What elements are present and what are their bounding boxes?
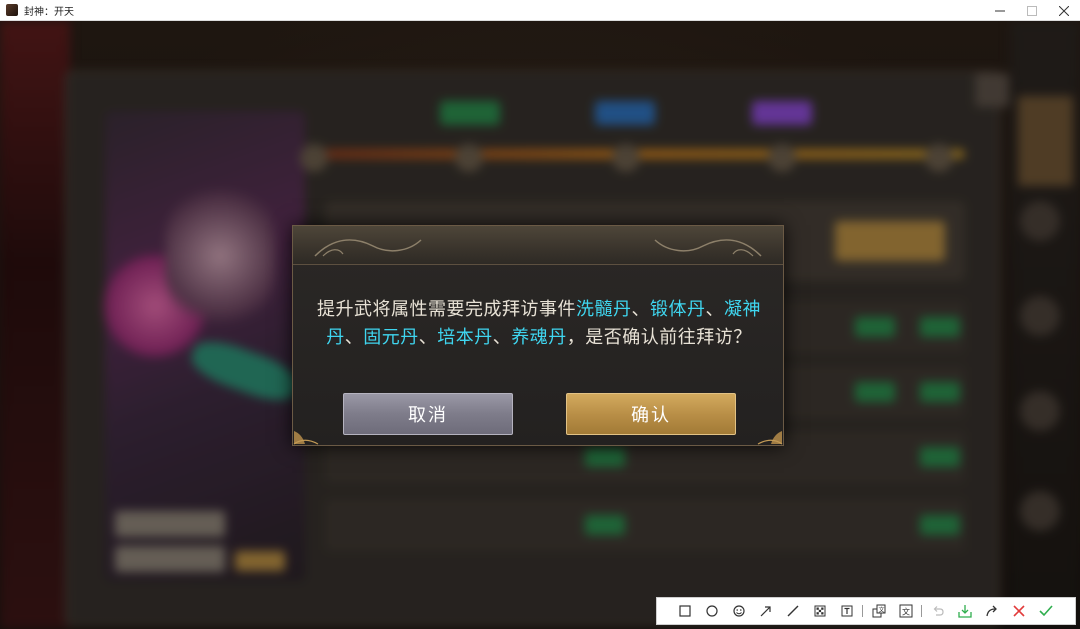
done-icon[interactable] <box>1032 600 1059 622</box>
minimize-button[interactable] <box>984 0 1016 21</box>
highlighted-item: 养魂丹 <box>511 327 567 348</box>
confirm-dialog: 提升武将属性需要完成拜访事件洗髓丹、锻体丹、凝神丹、固元丹、培本丹、养魂丹，是否… <box>292 225 784 446</box>
undo-icon[interactable] <box>924 600 951 622</box>
share-icon[interactable] <box>978 600 1005 622</box>
dialog-header <box>293 226 783 265</box>
save-icon[interactable] <box>951 600 978 622</box>
mosaic-tool-icon[interactable] <box>806 600 833 622</box>
svg-text:文: 文 <box>902 607 910 617</box>
highlighted-item: 培本丹 <box>437 327 493 348</box>
message-text: 、 <box>344 327 364 348</box>
highlighted-item: 固元丹 <box>363 327 419 348</box>
rectangle-tool-icon[interactable] <box>671 600 698 622</box>
ellipse-tool-icon[interactable] <box>698 600 725 622</box>
confirm-button[interactable]: 确认 <box>566 393 736 435</box>
message-text: 、 <box>631 299 650 320</box>
highlighted-item: 锻体丹 <box>650 299 706 320</box>
message-text: ，是否确认前往拜访？ <box>566 327 752 348</box>
close-window-button[interactable] <box>1048 0 1080 21</box>
ornament-right-icon <box>654 239 762 257</box>
corner-ornament-icon <box>293 431 319 445</box>
text-tool-icon[interactable] <box>833 600 860 622</box>
ornament-left-icon <box>314 239 422 257</box>
window-title: 封神：开天 <box>24 6 74 18</box>
arrow-tool-icon[interactable] <box>752 600 779 622</box>
toolbar-separator <box>862 605 863 617</box>
cancel-button[interactable]: 取消 <box>343 393 513 435</box>
emoji-tool-icon[interactable] <box>725 600 752 622</box>
highlighted-item: 洗髓丹 <box>576 299 632 320</box>
maximize-icon <box>1027 5 1037 16</box>
close-icon <box>1059 5 1069 16</box>
toolbar-separator <box>921 605 922 617</box>
message-text: 、 <box>705 299 724 320</box>
message-text: 提升武将属性需要完成拜访事件 <box>317 299 576 320</box>
message-text: 、 <box>418 327 438 348</box>
app-icon <box>6 4 18 16</box>
cancel-icon[interactable] <box>1005 600 1032 622</box>
line-tool-icon[interactable] <box>779 600 806 622</box>
svg-text:文: 文 <box>878 606 884 614</box>
window-controls <box>984 0 1080 21</box>
window-titlebar: 封神：开天 <box>0 0 1080 21</box>
corner-ornament-icon <box>757 431 783 445</box>
dialog-message: 提升武将属性需要完成拜访事件洗髓丹、锻体丹、凝神丹、固元丹、培本丹、养魂丹，是否… <box>311 296 767 352</box>
screenshot-toolbar: 文 文 <box>656 597 1076 625</box>
message-text: 、 <box>492 327 512 348</box>
minimize-icon <box>995 10 1005 11</box>
ocr-tool-icon[interactable]: 文 <box>865 600 892 622</box>
maximize-button[interactable] <box>1016 0 1048 21</box>
translate-tool-icon[interactable]: 文 <box>892 600 919 622</box>
